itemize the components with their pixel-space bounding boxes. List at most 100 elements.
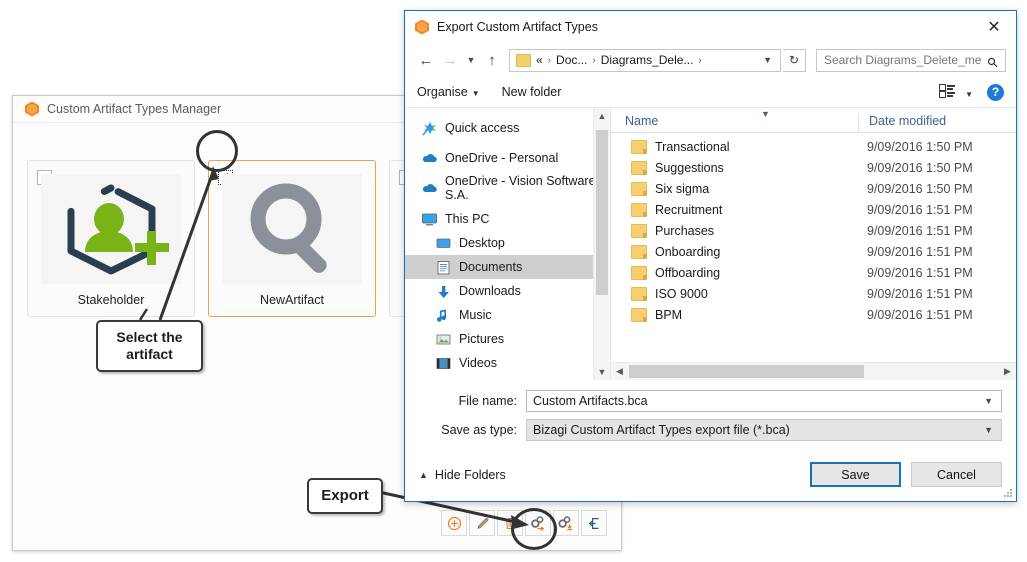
- navigation-pane-scrollbar[interactable]: ▲ ▼: [593, 108, 610, 380]
- breadcrumb-overflow[interactable]: «: [536, 53, 543, 67]
- dialog-title: Export Custom Artifact Types: [437, 20, 598, 34]
- folder-icon: [631, 244, 647, 259]
- file-name-combobox[interactable]: ▼: [526, 390, 1002, 412]
- column-header-name[interactable]: Name: [611, 114, 859, 132]
- scroll-up-icon[interactable]: ▲: [594, 108, 610, 124]
- table-row[interactable]: Onboarding 9/09/2016 1:51 PM: [611, 241, 1016, 262]
- breadcrumb[interactable]: « › Doc... › Diagrams_Dele... › ▼: [509, 48, 781, 72]
- file-name: Purchases: [655, 223, 715, 238]
- table-row[interactable]: Offboarding 9/09/2016 1:51 PM: [611, 262, 1016, 283]
- nav-item-downloads[interactable]: Downloads: [405, 279, 610, 303]
- nav-item-music[interactable]: Music: [405, 303, 610, 327]
- organise-menu[interactable]: Organise ▼: [417, 85, 480, 99]
- add-artifact-button[interactable]: [441, 510, 467, 536]
- highlight-ring-checkbox: [196, 130, 238, 172]
- scroll-right-icon[interactable]: ▶: [999, 366, 1016, 377]
- file-name: BPM: [655, 307, 683, 322]
- artifact-card-stakeholder[interactable]: Stakeholder: [27, 160, 195, 317]
- scrollbar-thumb[interactable]: [596, 130, 608, 295]
- view-options-button[interactable]: ▼: [938, 84, 973, 100]
- new-folder-button[interactable]: New folder: [502, 85, 562, 99]
- folder-icon: [631, 202, 647, 217]
- save-as-type-combobox[interactable]: Bizagi Custom Artifact Types export file…: [526, 419, 1002, 441]
- cancel-button[interactable]: Cancel: [911, 462, 1002, 487]
- search-box[interactable]: ⚲: [816, 48, 1006, 72]
- star-pin-icon: [421, 121, 438, 136]
- folder-icon: [631, 160, 647, 175]
- search-input[interactable]: [817, 52, 988, 68]
- table-row[interactable]: Six sigma 9/09/2016 1:50 PM: [611, 178, 1016, 199]
- file-name-row: File name: ▼: [419, 390, 1002, 412]
- file-name-input[interactable]: [527, 393, 977, 409]
- arrow-left-icon[interactable]: ←: [415, 48, 437, 72]
- dialog-titlebar: Export Custom Artifact Types ✕: [405, 11, 1016, 43]
- close-icon[interactable]: ✕: [972, 12, 1016, 43]
- close-manager-button[interactable]: [581, 510, 607, 536]
- save-button[interactable]: Save: [810, 462, 901, 487]
- dialog-fields: File name: ▼ Save as type: Bizagi Custom…: [405, 380, 1016, 441]
- table-row[interactable]: Suggestions 9/09/2016 1:50 PM: [611, 157, 1016, 178]
- nav-item-label: Desktop: [459, 236, 505, 250]
- edit-artifact-button[interactable]: [469, 510, 495, 536]
- refresh-icon[interactable]: ↻: [783, 48, 806, 72]
- bizagi-hexagon-icon: [25, 101, 39, 117]
- chevron-down-icon[interactable]: ▼: [976, 425, 1001, 435]
- file-name: Onboarding: [655, 244, 721, 259]
- file-list-header: Name Date modified ▼: [611, 108, 1016, 133]
- file-list-horizontal-scrollbar[interactable]: ◀ ▶: [611, 362, 1016, 380]
- organise-label: Organise: [417, 85, 468, 99]
- chevron-down-icon: ▼: [471, 89, 480, 98]
- nav-item-videos[interactable]: Videos: [405, 351, 610, 375]
- column-header-date-modified[interactable]: Date modified: [859, 114, 1016, 132]
- this-pc-monitor-icon: [421, 212, 438, 227]
- scrollbar-thumb[interactable]: [629, 365, 864, 378]
- scroll-left-icon[interactable]: ◀: [611, 366, 628, 377]
- table-row[interactable]: Transactional 9/09/2016 1:50 PM: [611, 136, 1016, 157]
- chevron-down-icon[interactable]: ▼: [976, 396, 1001, 406]
- table-row[interactable]: Recruitment 9/09/2016 1:51 PM: [611, 199, 1016, 220]
- table-row[interactable]: Purchases 9/09/2016 1:51 PM: [611, 220, 1016, 241]
- nav-item-desktop[interactable]: Desktop: [405, 231, 610, 255]
- nav-item-label: OneDrive - Personal: [445, 151, 559, 165]
- callout-export: Export: [307, 478, 383, 514]
- nav-item-label: This PC: [445, 212, 490, 226]
- chevron-down-icon[interactable]: ▼: [755, 55, 780, 65]
- scroll-down-icon[interactable]: ▼: [594, 364, 610, 380]
- folder-icon: [631, 286, 647, 301]
- nav-item-label: Music: [459, 308, 492, 322]
- artifact-label: Stakeholder: [77, 293, 145, 307]
- chevron-down-icon: ▼: [761, 109, 770, 119]
- nav-item-documents[interactable]: Documents: [405, 255, 610, 279]
- breadcrumb-part-2[interactable]: Diagrams_Dele...: [601, 53, 694, 67]
- table-row[interactable]: ISO 9000 9/09/2016 1:51 PM: [611, 283, 1016, 304]
- file-date: 9/09/2016 1:50 PM: [867, 181, 973, 196]
- nav-item-this-pc[interactable]: This PC: [405, 207, 610, 231]
- hide-folders-toggle[interactable]: ▲ Hide Folders: [419, 468, 506, 482]
- export-custom-artifact-types-dialog: Export Custom Artifact Types ✕ ← → ▼ ↑ «…: [404, 10, 1017, 502]
- artifact-card-newartifact[interactable]: ✓ NewArtifact: [208, 160, 376, 317]
- nav-item-onedrive-vision[interactable]: OneDrive - Vision Software S.A.: [405, 174, 610, 202]
- file-date: 9/09/2016 1:51 PM: [867, 265, 973, 280]
- folder-icon: [631, 265, 647, 280]
- chevron-down-icon[interactable]: ▼: [463, 48, 479, 72]
- file-name: Transactional: [655, 139, 730, 154]
- import-artifact-button[interactable]: [553, 510, 579, 536]
- nav-item-label: Downloads: [459, 284, 521, 298]
- arrow-up-icon[interactable]: ↑: [481, 48, 503, 72]
- file-date: 9/09/2016 1:51 PM: [867, 286, 973, 301]
- help-circle-icon[interactable]: ?: [987, 83, 1004, 101]
- file-date: 9/09/2016 1:51 PM: [867, 202, 973, 217]
- artifact-label: NewArtifact: [260, 293, 324, 307]
- breadcrumb-separator: ›: [547, 54, 552, 66]
- resize-grip[interactable]: [1003, 488, 1013, 498]
- artifact-card-strip: Stakeholder ✓ NewArtifact: [27, 160, 417, 317]
- breadcrumb-part-1[interactable]: Doc...: [556, 53, 587, 67]
- nav-item-onedrive-personal[interactable]: OneDrive - Personal: [405, 146, 610, 170]
- folder-icon: [631, 139, 647, 154]
- view-list-icon: [938, 84, 955, 98]
- manager-title: Custom Artifact Types Manager: [47, 102, 222, 116]
- nav-item-pictures[interactable]: Pictures: [405, 327, 610, 351]
- table-row[interactable]: BPM 9/09/2016 1:51 PM: [611, 304, 1016, 325]
- chevron-down-icon: ▼: [965, 90, 973, 99]
- nav-item-quick-access[interactable]: Quick access: [405, 116, 610, 140]
